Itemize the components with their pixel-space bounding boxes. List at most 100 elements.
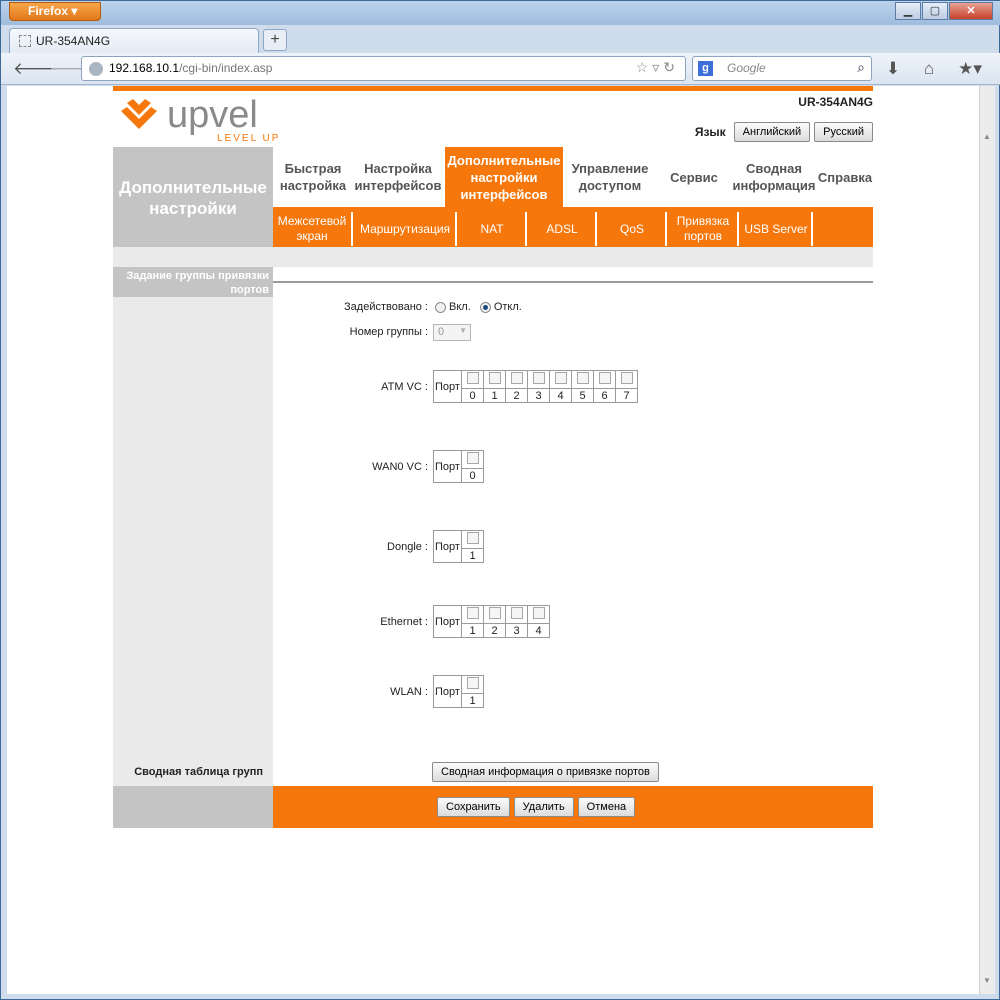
forward-arrow-icon[interactable]: 🡒 — [49, 58, 95, 80]
tab-status[interactable]: Сводная информация — [731, 147, 817, 207]
url-host: 192.168.10.1 — [109, 61, 180, 75]
bookmarks-menu-icon[interactable]: ★▾ — [953, 58, 987, 80]
dongle-port-table: Порт 1 — [433, 530, 484, 563]
address-bar[interactable]: 192.168.10.1/cgi-bin/index.asp ☆▿↻ — [81, 56, 686, 81]
enabled-label: Задействовано : — [344, 301, 428, 313]
browser-window: Firefox ▾ ▁ ▢ ✕ UR-354AN4G + 🡐 🡒 192.168… — [0, 0, 1000, 1000]
sub-menu: Межсетевой экран Маршрутизация NAT ADSL … — [273, 207, 873, 247]
close-icon[interactable]: ✕ — [949, 2, 993, 20]
port-number: 1 — [483, 388, 506, 403]
download-arrow-icon[interactable]: ⬇ — [881, 58, 905, 80]
off-label: Откл. — [493, 301, 522, 313]
search-placeholder: Google — [727, 61, 766, 75]
home-icon[interactable]: ⌂ — [917, 58, 941, 80]
port-header: Порт — [433, 675, 462, 708]
action-bar: Сохранить Удалить Отмена — [273, 786, 873, 828]
back-arrow-icon[interactable]: 🡐 — [13, 58, 59, 80]
title-bar: Firefox ▾ ▁ ▢ ✕ — [1, 1, 1000, 25]
ethernet-port-table: Порт 1 2 3 4 — [433, 605, 550, 638]
svg-text:upvel: upvel — [167, 95, 258, 136]
delete-button[interactable]: Удалить — [513, 797, 574, 817]
eth-port-1-checkbox[interactable] — [461, 605, 484, 624]
english-button[interactable]: Английский — [733, 122, 811, 142]
port-binding-summary-button[interactable]: Сводная информация о привязке портов — [432, 762, 659, 782]
subtab-qos[interactable]: QoS — [599, 212, 667, 246]
port-number: 4 — [527, 623, 550, 638]
atm-port-5-checkbox[interactable] — [571, 370, 594, 389]
port-number: 4 — [549, 388, 572, 403]
vertical-scrollbar[interactable]: ▲ ▼ — [979, 86, 995, 994]
search-icon[interactable]: ⌕ — [857, 59, 865, 76]
router-page: upvel LEVEL UP UR-354AN4G Язык Английски… — [113, 86, 873, 828]
eth-port-2-checkbox[interactable] — [483, 605, 506, 624]
bookmark-star-icon[interactable]: ☆▿↻ — [636, 59, 679, 76]
dongle-port-1-checkbox[interactable] — [461, 530, 484, 549]
subtab-routing[interactable]: Маршрутизация — [355, 212, 457, 246]
port-number: 0 — [461, 468, 484, 483]
language-selector: Язык Английский Русский — [695, 122, 873, 142]
wan-port-0-checkbox[interactable] — [461, 450, 484, 469]
tab-quick-setup[interactable]: Быстрая настройка — [273, 147, 353, 207]
atm-vc-port-table: Порт 0 1 2 3 4 5 6 7 — [433, 370, 638, 403]
section-title: Дополнительные настройки — [113, 147, 273, 247]
atm-port-0-checkbox[interactable] — [461, 370, 484, 389]
ethernet-label: Ethernet : — [380, 616, 428, 628]
minimize-icon[interactable]: ▁ — [895, 2, 921, 20]
navigation-toolbar: 🡐 🡒 192.168.10.1/cgi-bin/index.asp ☆▿↻ g… — [1, 53, 1000, 85]
upvel-logo: upvel LEVEL UP — [117, 94, 287, 148]
port-number: 1 — [461, 623, 484, 638]
model-name: UR-354AN4G — [798, 95, 873, 109]
language-label: Язык — [694, 125, 726, 139]
port-header: Порт — [433, 370, 462, 403]
russian-button[interactable]: Русский — [814, 122, 873, 142]
scroll-down-icon[interactable]: ▼ — [983, 976, 991, 985]
scroll-up-icon[interactable]: ▲ — [983, 132, 991, 141]
port-number: 1 — [461, 548, 484, 563]
tab-service[interactable]: Сервис — [657, 147, 731, 207]
tab-interface-setup[interactable]: Настройка интерфейсов — [353, 147, 443, 207]
page-header: upvel LEVEL UP UR-354AN4G Язык Английски… — [113, 91, 873, 146]
maximize-icon[interactable]: ▢ — [922, 2, 948, 20]
enabled-off-radio[interactable] — [479, 301, 491, 313]
sidebar: Задание группы привязки портов — [113, 267, 273, 828]
atm-port-1-checkbox[interactable] — [483, 370, 506, 389]
group-number-label: Номер группы : — [349, 326, 428, 338]
atm-port-6-checkbox[interactable] — [593, 370, 616, 389]
top-menu: Быстрая настройка Настройка интерфейсов … — [273, 147, 873, 207]
atm-port-2-checkbox[interactable] — [505, 370, 528, 389]
cancel-button[interactable]: Отмена — [577, 797, 636, 817]
port-number: 3 — [505, 623, 528, 638]
firefox-menu-button[interactable]: Firefox ▾ — [9, 2, 101, 21]
port-number: 0 — [461, 388, 484, 403]
eth-port-3-checkbox[interactable] — [505, 605, 528, 624]
google-engine-icon[interactable]: g — [698, 61, 713, 76]
subtab-firewall[interactable]: Межсетевой экран — [273, 212, 353, 246]
subtab-adsl[interactable]: ADSL — [529, 212, 597, 246]
subtab-usb-server[interactable]: USB Server — [741, 212, 813, 246]
tab-help[interactable]: Справка — [817, 147, 873, 207]
svg-text:LEVEL UP: LEVEL UP — [217, 133, 280, 144]
wlan-port-1-checkbox[interactable] — [461, 675, 484, 694]
save-button[interactable]: Сохранить — [437, 797, 510, 817]
dongle-label: Dongle : — [387, 541, 428, 553]
wlan-label: WLAN : — [390, 686, 428, 698]
atm-port-3-checkbox[interactable] — [527, 370, 550, 389]
site-identity-icon[interactable] — [89, 62, 103, 76]
atm-port-4-checkbox[interactable] — [549, 370, 572, 389]
port-number: 6 — [593, 388, 616, 403]
search-input[interactable]: g Google ⌕ — [692, 56, 872, 81]
group-number-select[interactable]: 0 ▼ — [433, 324, 471, 341]
atm-port-7-checkbox[interactable] — [615, 370, 638, 389]
enabled-radio-group: Вкл. Откл. — [435, 301, 522, 313]
subtab-nat[interactable]: NAT — [459, 212, 527, 246]
subtab-port-binding[interactable]: Привязка портов — [669, 212, 739, 246]
enabled-on-radio[interactable] — [435, 301, 446, 313]
browser-tab[interactable]: UR-354AN4G — [9, 28, 259, 53]
eth-port-4-checkbox[interactable] — [527, 605, 550, 624]
tab-advanced-setup[interactable]: Дополнительные настройки интерфейсов — [445, 147, 563, 207]
tab-access-management[interactable]: Управление доступом — [565, 147, 655, 207]
wlan-port-table: Порт 1 — [433, 675, 484, 708]
group-number-value: 0 — [438, 326, 445, 338]
new-tab-button[interactable]: + — [263, 29, 287, 51]
wan0-vc-label: WAN0 VC : — [372, 461, 428, 473]
